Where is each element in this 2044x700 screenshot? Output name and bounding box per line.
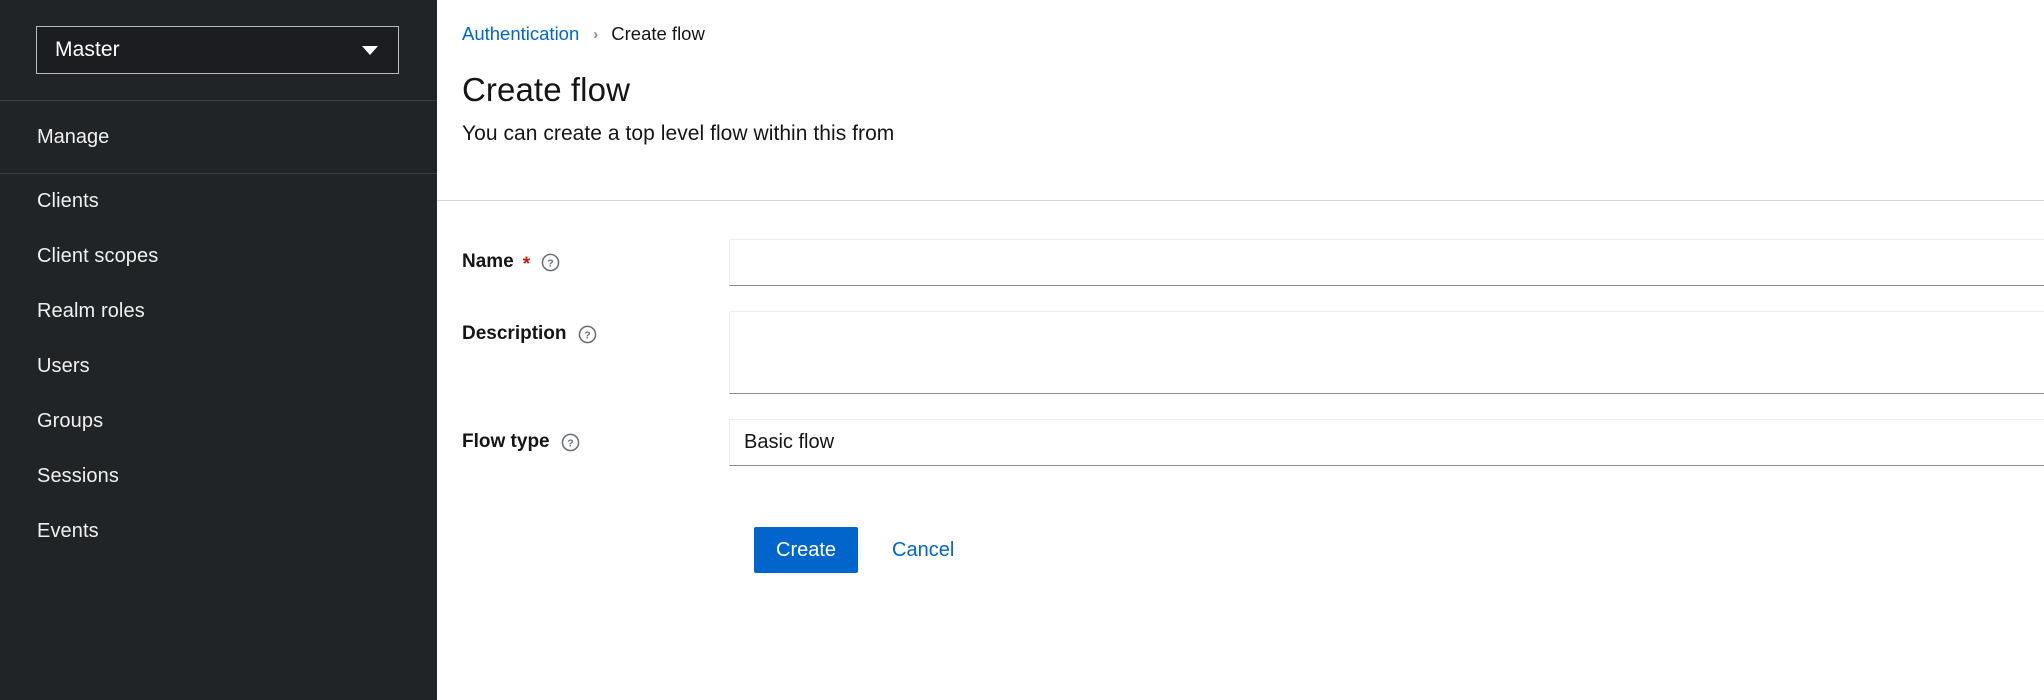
sidebar-item-label: Groups (37, 410, 103, 433)
flow-type-control: Basic flow (729, 419, 2044, 466)
flow-type-selected-value: Basic flow (744, 431, 834, 454)
page-header: Authentication › Create flow Create flow… (437, 0, 2044, 201)
sidebar-item-client-scopes[interactable]: Client scopes (0, 229, 437, 284)
sidebar-item-label: Sessions (37, 465, 119, 488)
realm-selector-container: Master (0, 0, 437, 100)
sidebar-item-groups[interactable]: Groups (0, 394, 437, 449)
form-actions: Create Cancel (437, 527, 2044, 573)
svg-text:?: ? (547, 258, 553, 269)
sidebar-item-users[interactable]: Users (0, 339, 437, 394)
breadcrumb-current: Create flow (611, 23, 705, 45)
sidebar-item-sessions[interactable]: Sessions (0, 449, 437, 504)
flow-type-label-text: Flow type (462, 431, 550, 453)
main-content: Authentication › Create flow Create flow… (437, 0, 2044, 700)
question-circle-icon[interactable]: ? (578, 325, 597, 344)
form-row-description: Description ? (437, 311, 2044, 394)
description-label-text: Description (462, 323, 567, 345)
header-divider (437, 200, 2044, 201)
sidebar-section-label: Manage (37, 126, 109, 149)
sidebar-item-clients[interactable]: Clients (0, 174, 437, 229)
realm-selector-value: Master (55, 38, 120, 62)
chevron-right-icon: › (593, 26, 598, 43)
svg-text:?: ? (567, 438, 573, 449)
flow-type-select[interactable]: Basic flow (729, 419, 2044, 466)
breadcrumb-link-authentication[interactable]: Authentication (462, 23, 579, 45)
sidebar-item-label: Users (37, 355, 90, 378)
sidebar-item-events[interactable]: Events (0, 504, 437, 559)
description-textarea-wrap (729, 311, 2044, 394)
svg-text:?: ? (584, 330, 590, 341)
form-row-name: Name * ? (437, 239, 2044, 286)
cancel-button[interactable]: Cancel (880, 527, 966, 573)
question-circle-icon[interactable]: ? (561, 433, 580, 452)
question-circle-icon[interactable]: ? (541, 253, 560, 272)
name-label: Name * ? (437, 239, 729, 273)
page-subtitle: You can create a top level flow within t… (462, 122, 2044, 146)
create-flow-form: Name * ? Description (437, 201, 2044, 573)
name-control (729, 239, 2044, 286)
sidebar-section-manage: Manage (0, 101, 437, 173)
required-indicator: * (523, 255, 530, 274)
chevron-down-icon (362, 46, 378, 55)
page-title: Create flow (462, 71, 2044, 109)
description-label: Description ? (437, 311, 729, 345)
name-label-text: Name (462, 251, 514, 273)
sidebar-item-label: Client scopes (37, 245, 158, 268)
sidebar-item-realm-roles[interactable]: Realm roles (0, 284, 437, 339)
form-row-flow-type: Flow type ? Basic flow (437, 419, 2044, 466)
sidebar-nav: Clients Client scopes Realm roles Users … (0, 174, 437, 559)
flow-type-label: Flow type ? (437, 419, 729, 453)
breadcrumb: Authentication › Create flow (462, 22, 2044, 46)
name-input[interactable] (729, 239, 2044, 286)
sidebar-item-label: Clients (37, 190, 99, 213)
sidebar: Master Manage Clients Client scopes Real… (0, 0, 437, 700)
create-button[interactable]: Create (754, 527, 858, 573)
sidebar-item-label: Realm roles (37, 300, 145, 323)
app-root: Master Manage Clients Client scopes Real… (0, 0, 2044, 700)
realm-selector[interactable]: Master (36, 26, 399, 74)
description-textarea[interactable] (729, 311, 2044, 394)
sidebar-item-label: Events (37, 520, 99, 543)
description-control (729, 311, 2044, 394)
